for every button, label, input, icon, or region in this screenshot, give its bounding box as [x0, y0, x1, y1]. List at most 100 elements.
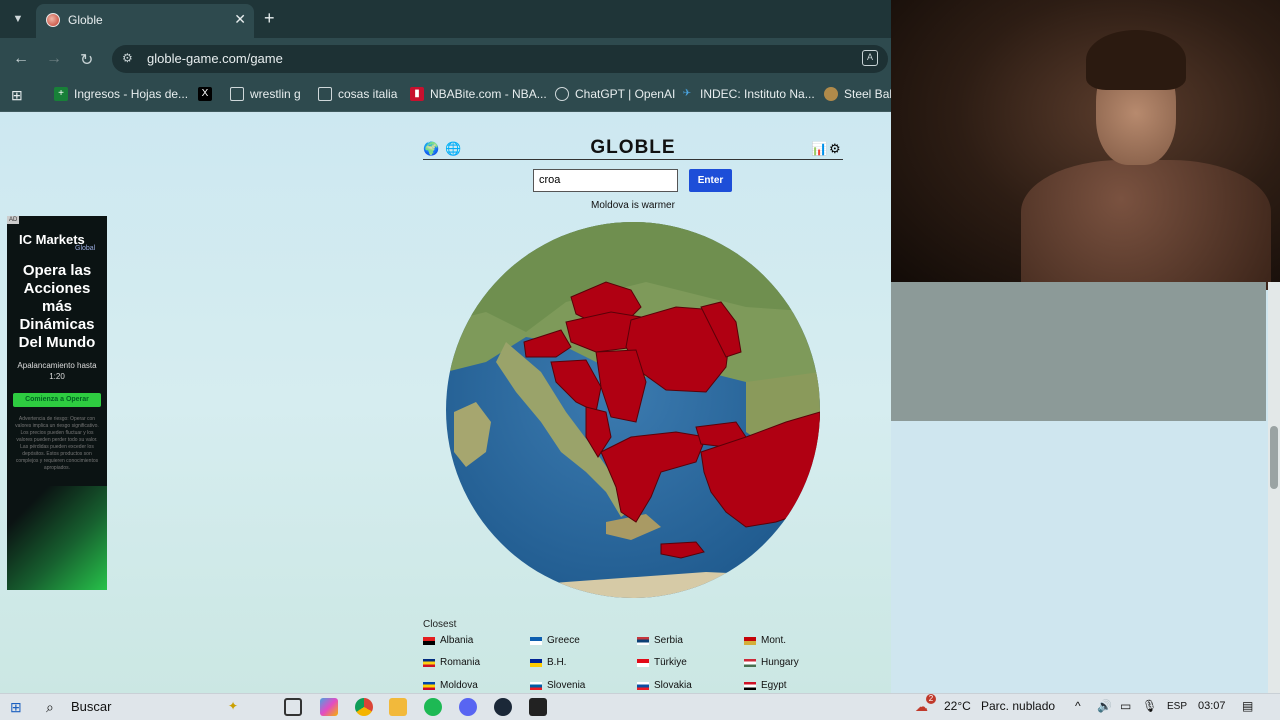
- closest-item: Mont.: [744, 635, 786, 646]
- closest-item: Slovenia: [530, 680, 585, 691]
- taskbar-search-label[interactable]: Buscar: [71, 699, 111, 714]
- globe-map[interactable]: [446, 222, 820, 598]
- closest-item-name: B.H.: [547, 657, 567, 668]
- guess-feedback: Moldova is warmer: [591, 200, 675, 211]
- closest-item-name: Egypt: [761, 680, 787, 691]
- closest-item-name: Moldova: [440, 680, 478, 691]
- reload-icon[interactable]: ↻: [80, 50, 93, 70]
- webcam-person-body: [1021, 160, 1271, 290]
- closest-item-name: Romania: [440, 657, 481, 668]
- steam-icon[interactable]: [494, 698, 512, 716]
- network-icon[interactable]: ▭: [1120, 699, 1131, 713]
- bookmark-steel-ball[interactable]: Steel Ball: [824, 87, 895, 101]
- taskbar: ⊞ ⌕ Buscar ✦ ☁ 2 22°C Parc. nublado ^ 🔊 …: [0, 693, 1280, 720]
- flag-icon: [530, 681, 542, 690]
- closest-item: Slovakia: [637, 680, 692, 691]
- guess-input[interactable]: croa: [533, 169, 678, 192]
- discord-icon[interactable]: [459, 698, 477, 716]
- ad-subtext: Apalancamiento hasta 1:20: [17, 361, 97, 381]
- bookmark-nbabite[interactable]: ▮ NBABite.com - NBA...: [410, 87, 547, 101]
- steel-ball-icon: [824, 87, 838, 101]
- enter-button[interactable]: Enter: [689, 169, 732, 192]
- closest-item: Moldova: [423, 680, 478, 691]
- url-text: globle-game.com/game: [147, 51, 283, 66]
- app-icon[interactable]: [529, 698, 547, 716]
- weather-desc[interactable]: Parc. nublado: [981, 699, 1055, 713]
- flag-icon: [744, 658, 756, 667]
- notifications-icon[interactable]: ▤: [1242, 699, 1253, 713]
- back-icon[interactable]: ←: [13, 50, 29, 68]
- windows-start-icon[interactable]: ⊞: [10, 699, 22, 716]
- clock-time[interactable]: 03:07: [1198, 700, 1226, 712]
- webcam-overlay: [891, 0, 1280, 290]
- closest-label: Closest: [423, 619, 457, 630]
- copilot-sparkle-icon[interactable]: ✦: [228, 699, 238, 713]
- flag-icon: [530, 636, 542, 645]
- folder-icon: [230, 87, 244, 101]
- language-indicator[interactable]: ESP: [1167, 701, 1187, 712]
- new-tab-icon[interactable]: +: [264, 8, 275, 29]
- flag-icon: [423, 636, 435, 645]
- weather-badge: 2: [926, 694, 936, 704]
- scrollbar-thumb[interactable]: [1270, 426, 1278, 489]
- bookmark-x[interactable]: X: [198, 87, 212, 101]
- site-info-icon[interactable]: ⚙: [122, 51, 133, 65]
- x-logo-icon: X: [198, 87, 212, 101]
- bookmark-wrestlin[interactable]: wrestlin g: [230, 87, 301, 101]
- indec-icon: ✈: [682, 88, 692, 99]
- settings-gear-icon[interactable]: ⚙: [829, 141, 841, 157]
- game-header: 🌍 🌐 GLOBLE 📊 ⚙: [423, 135, 843, 160]
- flag-icon: [744, 681, 756, 690]
- closest-item: Hungary: [744, 657, 799, 668]
- apps-grid-icon[interactable]: ⊞: [11, 87, 23, 104]
- folder-icon: [318, 87, 332, 101]
- tab-strip: ▼ Globle ✕ +: [0, 0, 891, 38]
- closest-item-name: Greece: [547, 635, 580, 646]
- weather-temp[interactable]: 22°C: [944, 699, 971, 713]
- address-bar[interactable]: ⚙ globle-game.com/game A: [112, 45, 888, 73]
- translate-icon[interactable]: A: [862, 50, 878, 66]
- ad-tag: AD: [7, 216, 20, 224]
- flag-icon: [637, 658, 649, 667]
- sheets-icon: +: [54, 87, 68, 101]
- volume-icon[interactable]: 🔊: [1097, 699, 1112, 713]
- flag-icon: [637, 681, 649, 690]
- file-explorer-icon[interactable]: [389, 698, 407, 716]
- closest-item-name: Serbia: [654, 635, 683, 646]
- closest-item: Albania: [423, 635, 473, 646]
- closest-list: Closest: [423, 619, 843, 630]
- flag-icon: [744, 636, 756, 645]
- flag-icon: [637, 636, 649, 645]
- bookmark-indec[interactable]: ✈ INDEC: Instituto Na...: [680, 87, 815, 101]
- overlay-panel: [891, 282, 1266, 421]
- flag-icon: [423, 681, 435, 690]
- stats-icon[interactable]: 📊: [811, 141, 827, 157]
- bookmarks-bar: ⊞ + Ingresos - Hojas de... X wrestlin g c…: [0, 80, 895, 112]
- ad-cta-button[interactable]: Comienza a Operar: [13, 393, 101, 407]
- chevron-up-icon[interactable]: ^: [1075, 699, 1081, 713]
- advertisement[interactable]: AD IC Markets Global Opera las Acciones …: [7, 216, 107, 590]
- forward-icon[interactable]: →: [46, 50, 62, 68]
- bookmark-chatgpt[interactable]: ChatGPT | OpenAI: [555, 87, 675, 101]
- search-icon[interactable]: ⌕: [46, 699, 54, 716]
- closest-item: Serbia: [637, 635, 683, 646]
- bookmark-cosas-italia[interactable]: cosas italia: [318, 87, 397, 101]
- microphone-icon[interactable]: 🎙: [1142, 699, 1157, 713]
- globe-favicon-icon: [46, 13, 60, 27]
- bookmark-ingresos[interactable]: + Ingresos - Hojas de...: [54, 87, 188, 101]
- browser-tab[interactable]: Globle ✕: [36, 4, 254, 38]
- task-view-icon[interactable]: [284, 698, 302, 716]
- closest-item-name: Slovakia: [654, 680, 692, 691]
- closest-item-name: Mont.: [761, 635, 787, 646]
- webcam-person-hair: [1086, 30, 1186, 90]
- closest-item-name: Türkiye: [654, 657, 687, 668]
- ad-brand-sub: Global: [75, 245, 96, 252]
- tab-search-chevron-icon[interactable]: ▼: [8, 9, 28, 29]
- spotify-icon[interactable]: [424, 698, 442, 716]
- close-tab-icon[interactable]: ✕: [234, 11, 246, 28]
- chrome-icon[interactable]: [355, 698, 373, 716]
- openai-icon: [555, 87, 569, 101]
- copilot-icon[interactable]: [320, 698, 338, 716]
- closest-item: Romania: [423, 657, 480, 668]
- closest-item-name: Hungary: [761, 657, 799, 668]
